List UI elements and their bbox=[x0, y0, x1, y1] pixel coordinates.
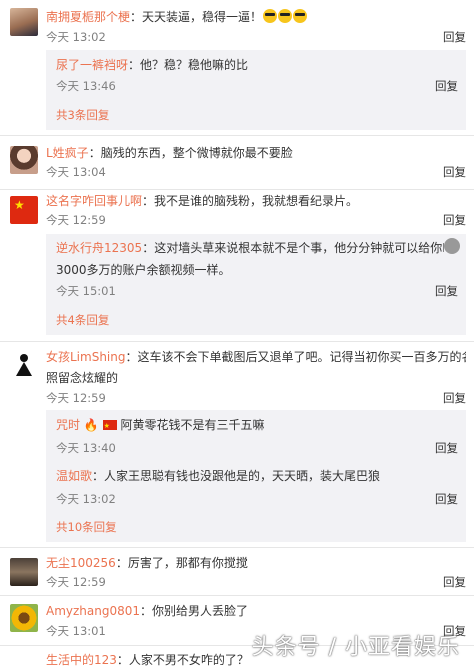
timestamp: 今天 13:46 bbox=[56, 79, 116, 93]
comment-text: ：脑残的东西，整个微博就你最不要脸 bbox=[88, 146, 293, 160]
sub-replies: 咒时 🔥 阿黄零花钱不是有三千五嘛 今天 13:40 回复 温如歌：人家王思聪有… bbox=[46, 410, 466, 542]
username[interactable]: 温如歌 bbox=[56, 469, 92, 483]
china-flag-icon[interactable]: ★ bbox=[10, 196, 38, 224]
avatar[interactable] bbox=[10, 350, 38, 378]
username[interactable]: L姓疯子 bbox=[46, 146, 89, 160]
comment-text: 阿黄零花钱不是有三千五嘛 bbox=[120, 418, 265, 432]
username[interactable]: 这名字咋回事儿啊 bbox=[46, 194, 142, 208]
comment-text: ：他？稳？稳他嘛的比 bbox=[128, 58, 249, 72]
comment-item: L姓疯子：脑残的东西，整个微博就你最不要脸 今天 13:04 回复 bbox=[0, 136, 474, 190]
timestamp: 今天 13:01 bbox=[46, 624, 106, 638]
reply-button[interactable]: 回复 bbox=[435, 283, 458, 299]
avatar[interactable] bbox=[10, 8, 38, 36]
timestamp: 今天 12:59 bbox=[46, 391, 106, 405]
fire-emoji-icon: 🔥 bbox=[83, 418, 99, 432]
watermark: 头条号 / 小亚看娱乐 bbox=[251, 635, 460, 660]
avatar[interactable] bbox=[10, 146, 38, 174]
username[interactable]: 生活中的123 bbox=[46, 653, 117, 667]
avatar[interactable] bbox=[10, 604, 38, 632]
china-flag-icon bbox=[102, 417, 117, 434]
sub-replies: 逆水行舟12305：这对墙头草来说根本就不是个事，他分分钟就可以给你P一个就做 … bbox=[46, 234, 466, 335]
comment-item: 南拥夏栀那个梗：天天装逼，稳得一逼！ 今天 13:02 回复 尿了一裤裆呀：他？… bbox=[0, 0, 474, 136]
timestamp: 今天 13:02 bbox=[46, 30, 106, 44]
comment-text: ：人家不男不女咋的了？ bbox=[116, 653, 249, 667]
comment-text: ：天天装逼，稳得一逼！ bbox=[130, 10, 263, 24]
username[interactable]: 逆水行舟12305 bbox=[56, 241, 142, 255]
comment-item: 无尘100256：厉害了，那都有你搅搅 今天 12:59 回复 bbox=[0, 548, 474, 596]
comment-text-continued: 3000多万的账户余额视频一样。 bbox=[56, 263, 231, 277]
timestamp: 今天 12:59 bbox=[46, 213, 106, 227]
timestamp: 今天 13:40 bbox=[56, 441, 116, 455]
more-replies-link[interactable]: 共10条回复 bbox=[56, 519, 117, 535]
comment-text: ：这对墙头草来说根本就不是个事，他分分钟就可以给你P一个就做 bbox=[142, 241, 444, 255]
username[interactable]: 尿了一裤裆呀 bbox=[56, 58, 128, 72]
username[interactable]: 女孩LimShing bbox=[46, 350, 126, 364]
comment-text-continued: 照留念炫耀的 bbox=[46, 371, 119, 385]
comment-text: ：我不是谁的脑残粉，我就想看纪录片。 bbox=[142, 194, 359, 208]
reply-button[interactable]: 回复 bbox=[443, 164, 466, 180]
username[interactable]: 无尘100256 bbox=[46, 556, 116, 570]
reply-button[interactable]: 回复 bbox=[443, 29, 466, 45]
avatar-emoji-icon bbox=[444, 238, 460, 254]
more-replies-link[interactable]: 共3条回复 bbox=[56, 107, 109, 123]
username[interactable]: Amyzhang0801 bbox=[46, 604, 140, 618]
username[interactable]: 南拥夏栀那个梗 bbox=[46, 10, 130, 24]
comment-text: ：人家王思聪有钱也没跟他是的，天天晒，装大尾巴狼 bbox=[92, 469, 381, 483]
avatar[interactable] bbox=[10, 558, 38, 586]
timestamp: 今天 13:04 bbox=[46, 165, 106, 179]
comment-text: ：厉害了，那都有你搅搅 bbox=[115, 556, 248, 570]
sunglasses-emoji-icon bbox=[278, 9, 293, 23]
timestamp: 今天 12:59 bbox=[46, 575, 106, 589]
comment-item: 女孩LimShing：这车该不会下单截图后又退单了吧。记得当初你买一百多万的名表… bbox=[0, 342, 474, 548]
comment-text: ：你别给男人丢脸了 bbox=[140, 604, 249, 618]
reply-button[interactable]: 回复 bbox=[435, 440, 458, 456]
sunglasses-emoji-icon bbox=[263, 9, 278, 23]
reply-button[interactable]: 回复 bbox=[435, 78, 458, 94]
username[interactable]: 咒时 bbox=[56, 418, 80, 432]
comment-text: ：这车该不会下单截图后又退单了吧。记得当初你买一百多万的名表一样 bbox=[125, 350, 467, 364]
timestamp: 今天 13:02 bbox=[56, 492, 116, 506]
reply-button[interactable]: 回复 bbox=[443, 212, 466, 228]
sunglasses-emoji-icon bbox=[293, 9, 308, 23]
reply-button[interactable]: 回复 bbox=[443, 574, 466, 590]
reply-button[interactable]: 回复 bbox=[443, 390, 466, 406]
timestamp: 今天 15:01 bbox=[56, 284, 116, 298]
reply-button[interactable]: 回复 bbox=[435, 491, 458, 507]
more-replies-link[interactable]: 共4条回复 bbox=[56, 312, 109, 328]
comment-item: ★ 这名字咋回事儿啊：我不是谁的脑残粉，我就想看纪录片。 今天 12:59 回复… bbox=[0, 190, 474, 342]
sub-replies: 尿了一裤裆呀：他？稳？稳他嘛的比 今天 13:46 回复 共3条回复 bbox=[46, 50, 466, 130]
comment-line: 南拥夏栀那个梗：天天装逼，稳得一逼！ bbox=[46, 8, 466, 26]
